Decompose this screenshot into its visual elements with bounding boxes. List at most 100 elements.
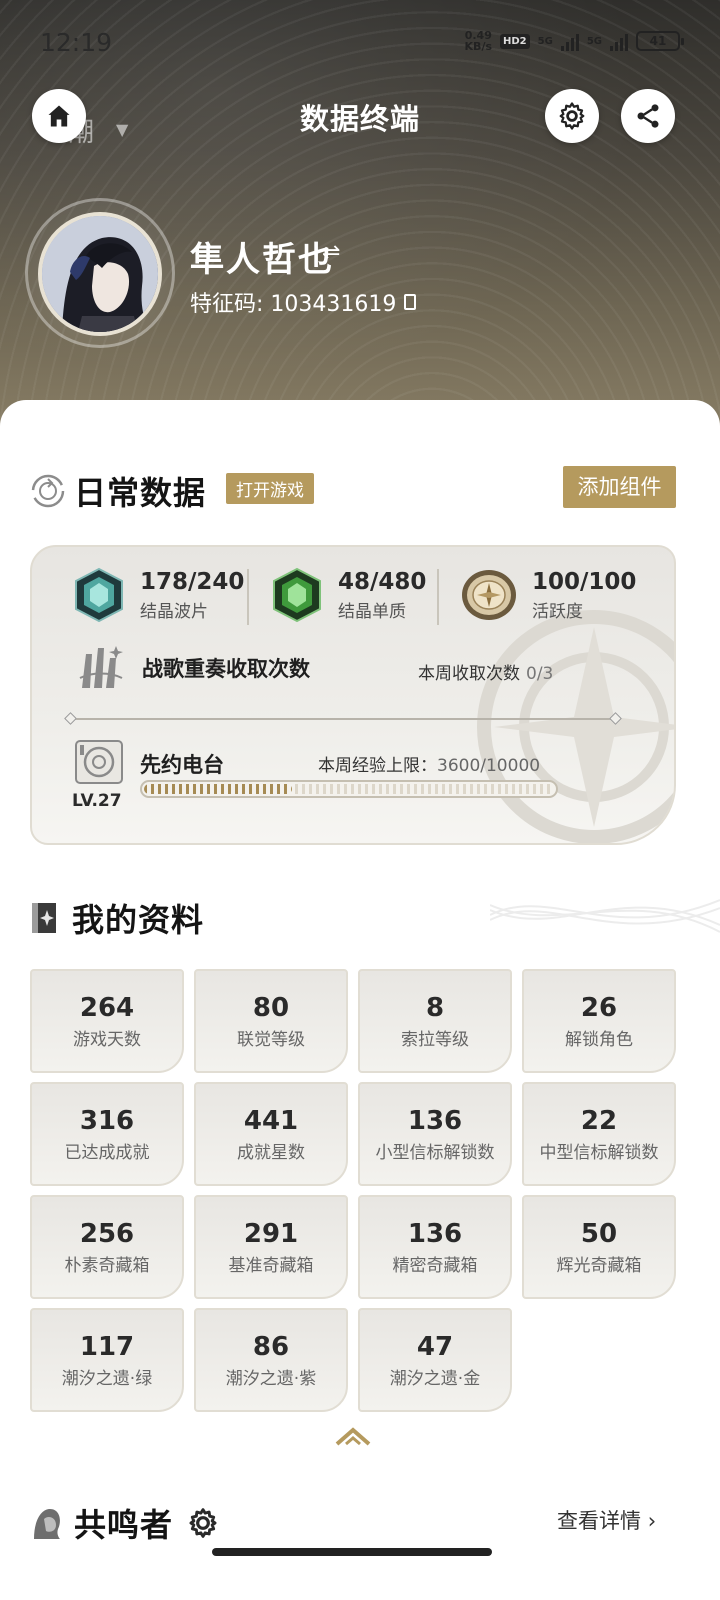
weekly-claim: 本周收取次数 0/3 — [418, 664, 554, 684]
profile-stat-tile: 264 游戏天数 — [30, 969, 184, 1073]
tile-label: 潮汐之遗·金 — [389, 1369, 481, 1389]
tile-label: 索拉等级 — [401, 1030, 469, 1050]
share-icon — [637, 104, 659, 128]
tile-value: 136 — [407, 1106, 463, 1136]
profile-stat-tile: 291 基准奇藏箱 — [194, 1195, 348, 1299]
profile-stat-tile: 117 潮汐之遗·绿 — [30, 1308, 184, 1412]
network-speed: 0.49 KB/s — [464, 29, 493, 53]
stat-crystal-solvent: 48/480 结晶单质 — [270, 567, 426, 623]
tile-label: 成就星数 — [237, 1143, 305, 1163]
tile-value: 50 — [580, 1219, 618, 1249]
tile-label: 辉光奇藏箱 — [556, 1256, 642, 1276]
profile-stat-tile: 22 中型信标解锁数 — [522, 1082, 676, 1186]
tile-value: 117 — [79, 1332, 135, 1362]
radio-exp-bar — [140, 780, 558, 798]
profile-stat-tile: 50 辉光奇藏箱 — [522, 1195, 676, 1299]
profile-stat-tile: 47 潮汐之遗·金 — [358, 1308, 512, 1412]
gear-icon — [559, 102, 585, 130]
tile-value: 22 — [580, 1106, 618, 1136]
radio-exp-fill — [144, 784, 292, 794]
tile-value: 264 — [79, 993, 135, 1023]
stat-activity: 100/100 活跃度 — [460, 567, 636, 623]
copy-icon[interactable] — [404, 294, 417, 310]
signal-icon — [560, 31, 579, 51]
status-time: 12:19 — [40, 28, 113, 57]
battery-icon: 41 — [636, 31, 684, 51]
avatar[interactable] — [38, 212, 162, 336]
refresh-cycle-icon — [31, 474, 65, 508]
tile-label: 潮汐之遗·紫 — [225, 1369, 317, 1389]
hd-voice-icon: HD2 — [500, 33, 530, 49]
profile-stat-tile: 26 解锁角色 — [522, 969, 676, 1073]
radio-exp-limit: 本周经验上限：3600/10000 — [318, 756, 541, 776]
signal-icon-2 — [610, 31, 628, 51]
tile-label: 基准奇藏箱 — [228, 1256, 314, 1276]
decorative-lines — [490, 899, 720, 933]
tile-value: 80 — [252, 993, 290, 1023]
tile-value: 136 — [407, 1219, 463, 1249]
collapse-chevron-icon[interactable] — [334, 1426, 372, 1448]
tile-label: 游戏天数 — [73, 1030, 141, 1050]
radio-exp-remaining — [295, 784, 554, 794]
uid-text: 特征码: 103431619 — [190, 292, 397, 317]
sim2-label: 5G — [586, 35, 602, 47]
warsong-title: 战歌重奏收取次数 — [142, 657, 310, 681]
tile-value: 86 — [252, 1332, 290, 1362]
tile-label: 已达成成就 — [64, 1143, 150, 1163]
radio-title: 先约电台 — [140, 753, 224, 777]
add-widget-button[interactable]: 添加组件 — [563, 466, 676, 508]
profile-stat-tile: 136 精密奇藏箱 — [358, 1195, 512, 1299]
tile-value: 316 — [79, 1106, 135, 1136]
home-indicator[interactable] — [212, 1548, 492, 1556]
tile-value: 256 — [79, 1219, 135, 1249]
tile-value: 47 — [416, 1332, 454, 1362]
tile-label: 解锁角色 — [565, 1030, 633, 1050]
tile-label: 潮汐之遗·绿 — [61, 1369, 153, 1389]
settings-button[interactable] — [545, 89, 599, 143]
gear-icon[interactable] — [187, 1507, 219, 1539]
resonators-header: 共鸣者 — [30, 1500, 219, 1546]
crystal-wave-icon — [75, 567, 123, 623]
profile-stat-tile: 8 索拉等级 — [358, 969, 512, 1073]
my-profile-title: 我的资料 — [72, 901, 205, 939]
tile-label: 联觉等级 — [237, 1030, 305, 1050]
page-title: 数据终端 — [299, 102, 420, 136]
radio-level: LV.27 — [72, 791, 122, 811]
status-icons: 0.49 KB/s HD2 5G 5G 41 — [464, 29, 684, 53]
chevron-right-icon: › — [647, 1509, 657, 1533]
radio-icon — [75, 740, 123, 784]
avatar-illustration — [42, 216, 158, 332]
decorative-emblem — [477, 610, 674, 843]
crystal-solvent-icon — [273, 567, 321, 623]
tile-label: 中型信标解锁数 — [539, 1143, 659, 1163]
tile-value: 291 — [243, 1219, 299, 1249]
view-details-link[interactable]: 查看详情 › — [557, 1505, 656, 1535]
profile-stat-tile: 441 成就星数 — [194, 1082, 348, 1186]
tile-label: 精密奇藏箱 — [392, 1256, 478, 1276]
my-profile-header: 我的资料 — [30, 895, 204, 941]
daily-data-header: 日常数据 — [30, 468, 206, 514]
warsong-row: 战歌重奏收取次数 — [76, 642, 310, 694]
tile-value: 26 — [580, 993, 618, 1023]
switch-account-icon[interactable]: ⇌ — [322, 240, 340, 265]
profile-stat-tile: 316 已达成成就 — [30, 1082, 184, 1186]
daily-data-title: 日常数据 — [74, 474, 207, 512]
share-button[interactable] — [621, 89, 675, 143]
uid-row: 特征码: 103431619 — [190, 286, 417, 318]
warsong-icon — [79, 646, 123, 688]
profile-stat-tile: 86 潮汐之遗·紫 — [194, 1308, 348, 1412]
username: 隼人哲也 — [190, 240, 334, 280]
stat-divider — [247, 569, 249, 625]
resonator-avatar-icon — [34, 1509, 60, 1539]
daily-card: 178/240 结晶波片 48/480 结晶单质 100/100 活跃度 战歌重… — [30, 545, 676, 845]
resonators-title: 共鸣者 — [74, 1506, 174, 1544]
profile-stat-tile: 80 联觉等级 — [194, 969, 348, 1073]
status-bar: 12:19 0.49 KB/s HD2 5G 5G 41 — [0, 0, 720, 86]
stat-divider — [437, 569, 439, 625]
tile-value: 441 — [243, 1106, 299, 1136]
profile-stat-tile: 256 朴素奇藏箱 — [30, 1195, 184, 1299]
open-game-button[interactable]: 打开游戏 — [226, 473, 314, 504]
card-divider — [70, 718, 616, 720]
sim1-label: 5G — [537, 35, 553, 47]
tile-label: 小型信标解锁数 — [375, 1143, 495, 1163]
